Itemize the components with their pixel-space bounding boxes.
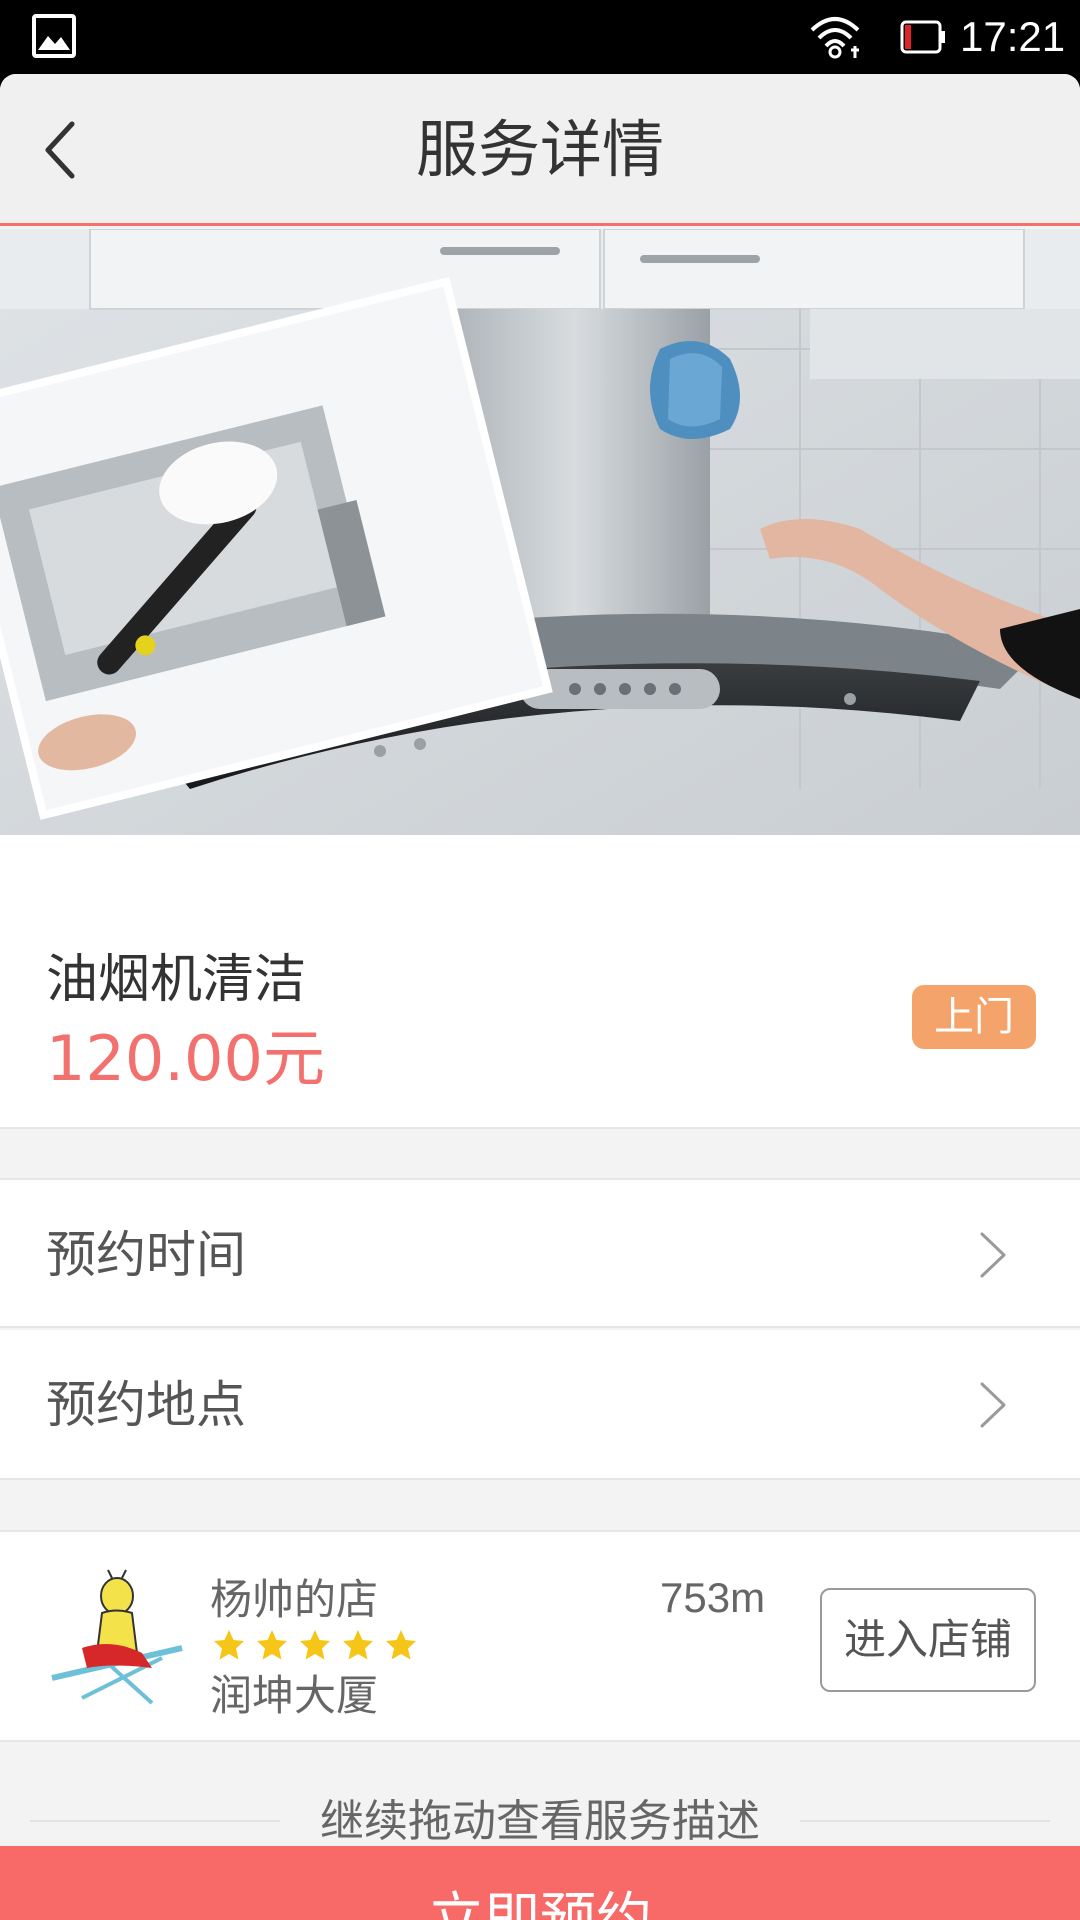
star-icon	[300, 1630, 330, 1660]
booking-time-label: 预约时间	[46, 1226, 246, 1284]
shop-distance: 753m	[660, 1574, 766, 1621]
page-title: 服务详情	[415, 113, 664, 186]
gallery-icon	[32, 14, 76, 58]
booking-place-label: 预约地点	[46, 1376, 246, 1434]
wifi-icon	[810, 17, 860, 59]
chevron-left-icon	[45, 121, 75, 179]
star-icon	[386, 1630, 416, 1660]
status-bar: 17:21	[0, 0, 1080, 74]
back-button[interactable]	[30, 114, 94, 186]
chevron-right-icon	[980, 1382, 1006, 1428]
enter-shop-button[interactable]: 进入店铺	[820, 1588, 1036, 1692]
title-bar: 服务详情	[0, 74, 1080, 226]
product-name: 油烟机清洁	[46, 950, 307, 1010]
product-info: 油烟机清洁 120.00元 上门	[0, 835, 1080, 1129]
shop-address: 润坤大厦	[210, 1671, 379, 1720]
rating-stars	[212, 1628, 418, 1668]
shop-card: 杨帅的店 753m 润坤大厦 进入店铺	[0, 1530, 1080, 1742]
star-icon	[257, 1630, 287, 1660]
book-now-button[interactable]: 立即预约	[0, 1846, 1080, 1920]
booking-time-row[interactable]: 预约时间	[0, 1178, 1080, 1328]
clock: 17:21	[960, 13, 1066, 60]
star-icon	[214, 1630, 244, 1660]
booking-place-row[interactable]: 预约地点	[0, 1330, 1080, 1480]
star-icon	[343, 1630, 373, 1660]
chevron-right-icon	[980, 1232, 1006, 1278]
shop-avatar	[42, 1568, 192, 1708]
shop-name: 杨帅的店	[210, 1575, 379, 1624]
battery-low-icon	[900, 20, 945, 54]
service-type-badge: 上门	[912, 985, 1036, 1049]
app-screen: 服务详情 油烟机清洁 120.00元 上门 预约时间 预约地点 杨帅的店 753…	[0, 74, 1080, 1920]
service-image	[0, 229, 1080, 835]
drag-hint: 继续拖动查看服务描述	[320, 1796, 760, 1847]
product-price: 120.00元	[46, 1022, 325, 1095]
